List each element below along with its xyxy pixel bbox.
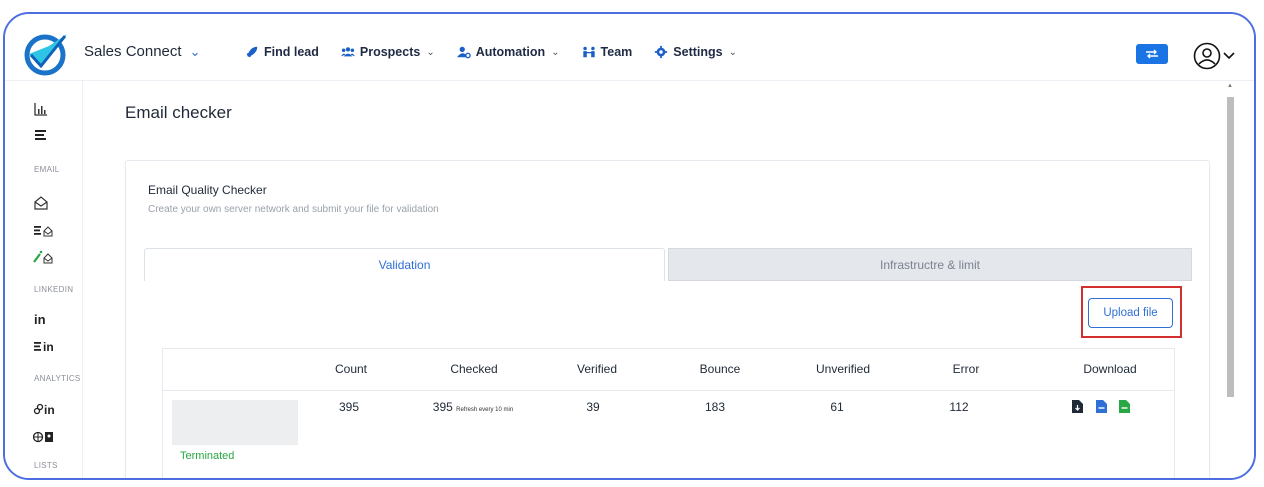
users-icon [340,47,355,57]
sidebar-section-linkedin: LINKEDIN [34,285,74,294]
rocket-icon [246,46,258,58]
main-nav: Find lead Prospects ⌄ Automation ⌄ Team … [245,45,759,59]
column-header-bounce: Bounce [699,362,741,376]
column-header-unverified: Unverified [815,362,871,376]
cell-error: 112 [949,400,969,414]
cell-count: 395 [338,400,360,414]
email-quality-card: Email Quality Checker Create your own se… [125,160,1210,478]
card-subtitle: Create your own server network and submi… [148,204,439,215]
upload-file-button[interactable]: Upload file [1088,298,1173,328]
top-navbar: Sales Connect ⌄ Find lead Prospects ⌄ Au… [5,14,1254,81]
chevron-down-icon: ⌄ [189,43,201,59]
tab-infrastructure[interactable]: Infrastructre & limit [668,248,1192,281]
column-header-download: Download [1083,362,1137,376]
chevron-down-icon: ⌄ [551,46,560,58]
scroll-up-arrow-icon[interactable]: ▲ [1227,83,1233,89]
chevron-down-icon [1223,52,1235,60]
list-linkedin-icon[interactable]: in [33,338,55,354]
magic-email-icon[interactable] [33,249,53,265]
brand-name: Sales Connect [84,43,182,60]
tab-validation[interactable]: Validation [144,248,665,281]
card-title: Email Quality Checker [148,183,267,197]
download-file-icon[interactable] [1072,400,1083,413]
main-content: Email checker Email Quality Checker Crea… [83,81,1254,478]
globe-contact-icon[interactable] [33,429,55,445]
chevron-down-icon: ⌄ [426,46,435,58]
column-header-checked: Checked [450,362,498,376]
column-header-verified: Verified [576,362,618,376]
svg-text:in: in [43,340,54,354]
sidebar-section-lists: LISTS [34,461,58,470]
workspace-selector[interactable]: Sales Connect ⌄ [84,43,200,60]
app-window: Sales Connect ⌄ Find lead Prospects ⌄ Au… [3,12,1256,480]
list-add-email-icon[interactable] [33,222,53,238]
swap-arrows-icon [1146,49,1158,59]
cell-checked: 395 Refresh every 10 min [432,400,514,414]
svg-text:in: in [34,312,46,327]
chevron-down-icon: ⌄ [728,46,737,58]
sidebar: EMAIL LINKEDIN in in ANALYTICS in LISTS [5,81,83,478]
nav-settings[interactable]: Settings ⌄ [654,45,737,59]
tab-bar: Validation Infrastructre & limit [144,248,1192,281]
page-title: Email checker [125,103,232,122]
svg-text:in: in [44,403,55,417]
status-badge: Terminated [180,450,235,462]
vertical-scrollbar[interactable]: ▲ [1227,81,1236,478]
nav-automation[interactable]: Automation ⌄ [456,45,560,59]
envelope-open-icon[interactable] [33,195,49,211]
user-avatar-icon [1193,42,1221,70]
gear-icon [655,45,668,59]
download-blue-file-icon[interactable] [1096,400,1107,413]
cell-unverified: 61 [830,400,844,414]
team-icon [582,46,595,58]
link-linkedin-icon[interactable]: in [33,401,55,417]
column-header-count: Count [334,362,368,376]
download-green-file-icon[interactable] [1119,400,1130,413]
app-logo[interactable] [21,28,71,78]
refresh-note: Refresh every 10 min [456,407,514,413]
sidebar-section-analytics: ANALYTICS [34,374,81,383]
cell-bounce: 183 [704,400,726,414]
scrollbar-thumb[interactable] [1227,97,1234,397]
nav-team[interactable]: Team [582,45,632,59]
sidebar-section-email: EMAIL [34,165,60,174]
nav-prospects[interactable]: Prospects ⌄ [340,45,435,59]
linkedin-icon[interactable]: in [33,311,49,327]
table-header-divider [163,390,1174,391]
user-menu[interactable] [1193,42,1235,70]
cell-verified: 39 [586,400,600,414]
bar-chart-icon[interactable] [33,101,49,117]
nav-find-lead[interactable]: Find lead [245,45,319,59]
list-icon[interactable] [33,127,49,143]
user-gear-icon [456,46,471,59]
column-header-error: Error [952,362,980,376]
switch-button[interactable] [1136,44,1168,64]
results-table: Count Checked Verified Bounce Unverified… [162,348,1175,478]
file-name-placeholder [172,400,298,445]
